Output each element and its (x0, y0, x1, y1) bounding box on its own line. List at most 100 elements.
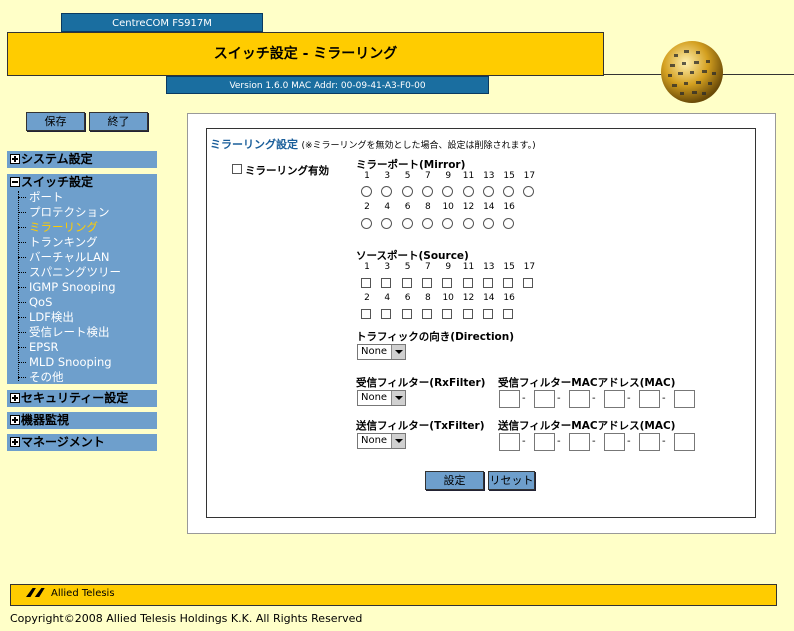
source-port-checkbox-9[interactable] (442, 278, 453, 288)
source-port-checkbox-12[interactable] (462, 309, 473, 319)
txfilter-label: 送信フィルター(TxFilter) (356, 420, 485, 432)
mac-separator: - (522, 436, 526, 447)
sidebar-item-mirroring[interactable]: ミラーリング (16, 220, 121, 235)
source-port-number: 16 (503, 293, 515, 303)
mirror-port-radio-13[interactable] (482, 186, 494, 197)
tx-mac-octet-4[interactable] (604, 433, 625, 451)
source-port-checkbox-7[interactable] (421, 278, 432, 288)
menu-monitoring[interactable]: 機器監視 (7, 412, 157, 429)
source-port-number: 8 (425, 293, 431, 303)
menu-label: マネージメント (21, 435, 105, 449)
mirror-port-radio-2[interactable] (361, 218, 372, 229)
sidebar-item-port[interactable]: ポート (16, 190, 121, 205)
logo-text: Allied Telesis (51, 588, 115, 599)
mirror-port-radio-12[interactable] (462, 218, 474, 229)
tx-mac-octet-2[interactable] (534, 433, 555, 451)
sidebar-item-protection[interactable]: プロテクション (16, 205, 121, 220)
direction-value: None (361, 346, 388, 357)
exit-button[interactable]: 終了 (89, 112, 148, 131)
source-port-checkbox-4[interactable] (381, 309, 392, 319)
source-port-checkbox-1[interactable] (361, 278, 371, 288)
menu-label: 機器監視 (21, 413, 70, 427)
tx-mac-octet-5[interactable] (639, 433, 660, 451)
source-port-checkbox-2[interactable] (361, 309, 371, 319)
mac-separator: - (627, 393, 631, 404)
txfilter-value: None (361, 435, 388, 446)
logo-mark-icon (26, 588, 45, 597)
source-port-number: 2 (364, 293, 370, 303)
tx-mac-octet-3[interactable] (569, 433, 590, 451)
chevron-down-icon[interactable] (391, 434, 405, 448)
mirror-port-radio-11[interactable] (462, 186, 474, 197)
collapse-icon (10, 177, 20, 187)
rxmac-label: 受信フィルターMACアドレス(MAC) (498, 377, 676, 389)
rx-mac-octet-5[interactable] (639, 390, 660, 408)
source-port-checkbox-11[interactable] (462, 278, 473, 288)
sidebar-item-other[interactable]: その他 (16, 370, 121, 385)
source-port-number: 6 (404, 293, 411, 303)
sidebar-item-ldf[interactable]: LDF検出 (16, 310, 121, 325)
mirror-port-radio-1[interactable] (361, 186, 372, 197)
source-port-number: 13 (483, 262, 495, 272)
section-note: (※ミラーリングを無効とした場合、設定は削除されます。) (301, 141, 536, 151)
sidebar-item-mld-snooping[interactable]: MLD Snooping (16, 355, 121, 370)
mirror-port-radio-5[interactable] (401, 186, 413, 197)
page-title: スイッチ設定 - ミラーリング (7, 32, 604, 76)
menu-system-settings[interactable]: システム設定 (7, 151, 157, 168)
sidebar-item-trunking[interactable]: トランキング (16, 235, 121, 250)
direction-select[interactable]: None (357, 344, 406, 360)
mirror-port-label: ミラーポート(Mirror) (356, 159, 466, 171)
rx-mac-octet-3[interactable] (569, 390, 590, 408)
mirror-port-number: 15 (503, 171, 515, 181)
source-port-checkbox-17[interactable] (523, 278, 534, 288)
menu-switch-settings[interactable]: スイッチ設定 (7, 174, 157, 191)
source-port-checkbox-10[interactable] (442, 309, 453, 319)
chevron-down-icon[interactable] (391, 345, 405, 359)
sidebar-item-qos[interactable]: QoS (16, 295, 121, 310)
expand-icon (10, 437, 20, 447)
rx-mac-octet-2[interactable] (534, 390, 555, 408)
rxfilter-select[interactable]: None (357, 390, 406, 406)
source-port-checkbox-16[interactable] (503, 309, 514, 319)
mac-separator: - (592, 436, 596, 447)
txfilter-select[interactable]: None (357, 433, 406, 449)
rx-mac-octet-6[interactable] (674, 390, 695, 408)
mac-separator: - (557, 393, 561, 404)
source-port-checkbox-5[interactable] (401, 278, 412, 288)
source-port-checkbox-15[interactable] (503, 278, 514, 288)
sidebar-item-rx-rate[interactable]: 受信レート検出 (16, 325, 121, 340)
chevron-down-icon[interactable] (391, 391, 405, 405)
mirror-port-number: 10 (442, 202, 454, 212)
mirror-port-radio-7[interactable] (421, 186, 433, 197)
mirror-port-radio-6[interactable] (401, 218, 413, 229)
source-port-number: 14 (483, 293, 495, 303)
source-port-number: 10 (442, 293, 454, 303)
sidebar-item-spanning-tree[interactable]: スパニングツリー (16, 265, 121, 280)
tx-mac-octet-1[interactable] (499, 433, 520, 451)
source-port-checkbox-3[interactable] (381, 278, 392, 288)
save-button[interactable]: 保存 (26, 112, 85, 131)
apply-button[interactable]: 設定 (425, 471, 484, 490)
mirror-port-radio-8[interactable] (421, 218, 433, 229)
mirroring-enable-checkbox[interactable] (232, 164, 242, 174)
mirror-port-radio-14[interactable] (482, 218, 494, 229)
rx-mac-octet-1[interactable] (499, 390, 520, 408)
menu-management[interactable]: マネージメント (7, 434, 157, 451)
sidebar-item-epsr[interactable]: EPSR (16, 340, 121, 355)
source-port-checkbox-14[interactable] (482, 309, 493, 319)
mirror-port-number: 7 (425, 171, 431, 181)
source-port-number: 7 (425, 262, 431, 272)
source-port-number: 12 (462, 293, 475, 303)
source-port-checkbox-8[interactable] (421, 309, 432, 319)
sidebar-item-vlan[interactable]: バーチャルLAN (16, 250, 121, 265)
rx-mac-octet-4[interactable] (604, 390, 625, 408)
source-port-checkbox-13[interactable] (482, 278, 493, 288)
sidebar-item-igmp-snooping[interactable]: IGMP Snooping (16, 280, 121, 295)
switch-settings-panel: スイッチ設定 ポート プロテクション ミラーリング トランキング バーチャルLA… (7, 174, 157, 384)
reset-button[interactable]: リセット (488, 471, 535, 490)
source-port-checkbox-6[interactable] (401, 309, 412, 319)
mac-separator: - (662, 393, 666, 404)
tx-mac-octet-6[interactable] (674, 433, 695, 451)
menu-security-settings[interactable]: セキュリティー設定 (7, 390, 157, 407)
section-title: ミラーリング設定 (※ミラーリングを無効とした場合、設定は削除されます。) (210, 136, 536, 152)
